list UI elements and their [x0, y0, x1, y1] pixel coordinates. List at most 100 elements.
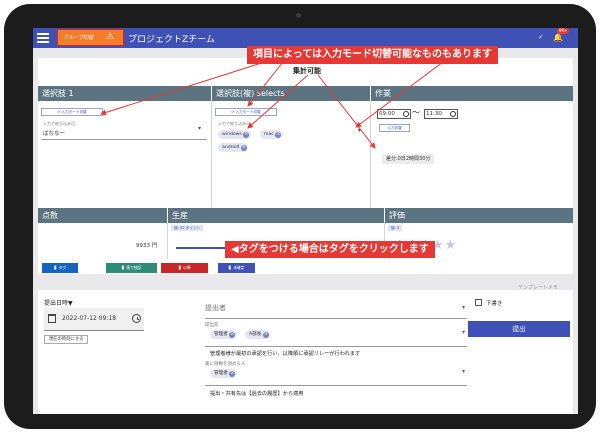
- recipients-underline: [205, 346, 467, 347]
- group-switch-button[interactable]: グループ切替 ⚠: [57, 29, 124, 46]
- draft-checkbox[interactable]: [475, 299, 482, 306]
- recipient-chip[interactable]: 管理者 ×: [210, 330, 237, 339]
- divider: [167, 223, 168, 259]
- section-header-work: 作業: [371, 86, 573, 101]
- app-screen: グループ切替 ⚠ プロジェクトZチーム ✓ 🔔 99+ 選択肢 1 選択肢(複)…: [33, 28, 578, 414]
- bell-icon[interactable]: 🔔: [553, 33, 563, 43]
- app-title: プロジェクトZチーム: [128, 35, 215, 45]
- cc-select[interactable]: 書に目敷を頂める人 管理者 × ▾: [205, 359, 467, 389]
- end-time-value: 11:30: [426, 111, 442, 117]
- section-header-score: 点数: [38, 208, 167, 223]
- choice1-value[interactable]: ばななー: [43, 129, 65, 137]
- cc-label: 書に目敷を頂める人: [205, 362, 246, 367]
- verify-action-button[interactable]: ▮ 値で検証: [106, 263, 157, 273]
- work-input-switch-button[interactable]: 入力切替: [379, 124, 410, 132]
- after-action-button[interactable]: ▮ 以降: [161, 263, 208, 273]
- chip-remove-icon[interactable]: ×: [229, 331, 236, 338]
- choice1-underline: [42, 139, 207, 140]
- choice1-filter-label: 入力で絞り込み可: [43, 121, 75, 126]
- section-header-choice-multi: 選択肢(複) selects: [212, 86, 370, 101]
- aggregate-annotation: 集計可能: [293, 67, 321, 75]
- section-header-rating: 評価: [385, 208, 573, 223]
- divider: [211, 101, 212, 209]
- start-time-value: 09:00: [379, 111, 395, 117]
- choice1-mode-label: 入力モード切替: [61, 110, 87, 114]
- time-range-separator: 〜: [412, 108, 420, 117]
- tag-icon: ▮: [178, 265, 182, 271]
- app-bar: グループ切替 ⚠ プロジェクトZチーム ✓ 🔔 99+: [33, 28, 578, 48]
- tablet-frame: グループ切替 ⚠ プロジェクトZチーム ✓ 🔔 99+ 選択肢 1 選択肢(複)…: [4, 4, 596, 429]
- submit-date-field[interactable]: 2022-07-12 09:18: [44, 308, 144, 331]
- choice1-chevron-down-icon[interactable]: ▾: [198, 125, 201, 132]
- chip-remove-icon[interactable]: ×: [229, 370, 236, 377]
- chevron-down-icon[interactable]: ▾: [462, 368, 465, 375]
- chip-label: mac: [264, 132, 274, 137]
- hamburger-menu-icon[interactable]: [37, 33, 49, 43]
- clock-icon[interactable]: [132, 314, 141, 323]
- mode-switch-annotation: 項目によっては入力モード切替可能なものもあります: [247, 46, 498, 64]
- chip-remove-icon[interactable]: ×: [240, 144, 247, 151]
- production-tag-badge[interactable]: 値: 92 ポイント: [171, 225, 204, 231]
- multi-mode-label: 入力モード切替: [235, 110, 261, 114]
- chip-label: windows: [222, 132, 242, 137]
- recipient-chip[interactable]: A部長 ×: [245, 330, 271, 339]
- cc-chip[interactable]: 管理者 ×: [210, 369, 237, 378]
- work-end-time-input[interactable]: 11:30: [424, 109, 458, 119]
- section-header-choice1: 選択肢 1: [38, 86, 211, 101]
- submit-date-value: 2022-07-12 09:18: [62, 315, 117, 322]
- submitter-select[interactable]: 提出者 ▾: [205, 296, 467, 319]
- chip-label: android: [222, 145, 240, 150]
- tag-action-button[interactable]: ▮ タグ: [42, 263, 78, 273]
- warning-icon: ⚠: [106, 32, 115, 42]
- work-diff-display: 差分:0日2時間30分: [382, 154, 435, 164]
- button-label: 値で検証: [126, 265, 142, 270]
- submission-card: 提出日時▼ 2022-07-12 09:18 現在の時刻にする 提出者 ▾ 提出…: [38, 290, 573, 414]
- score-value[interactable]: 9933 円: [136, 241, 157, 249]
- tag-click-annotation: ◀タグをつける場合はタグをクリックします: [225, 241, 435, 258]
- cc-underline: [205, 385, 467, 386]
- button-label: 以降: [183, 265, 191, 270]
- clock-icon[interactable]: [450, 111, 456, 117]
- camera-dot: [296, 13, 301, 18]
- submit-date-label[interactable]: 提出日時▼: [44, 298, 73, 307]
- submitter-placeholder: 提出者: [205, 304, 226, 312]
- multi-chevron-down-icon[interactable]: ▾: [358, 127, 361, 134]
- chip-remove-icon[interactable]: ×: [243, 131, 250, 138]
- recipients-select[interactable]: 提出先 管理者 × A部長 × ▾: [205, 320, 467, 350]
- chip-remove-icon[interactable]: ×: [275, 131, 282, 138]
- divider: [370, 101, 371, 209]
- choice1-mode-switch-button[interactable]: ⟳ 入力モード切替: [41, 108, 103, 116]
- chip-remove-icon[interactable]: ×: [262, 331, 269, 338]
- submitter-underline: [205, 318, 467, 319]
- chevron-down-icon[interactable]: ▾: [462, 304, 465, 311]
- button-label: 未確定: [233, 265, 245, 270]
- tag-icon: ▮: [53, 265, 57, 271]
- history-note-link[interactable]: 提出・共有先は【過去の履歴】から適用: [210, 390, 303, 397]
- draft-label: 下書き: [486, 301, 503, 307]
- chip-mac[interactable]: mac ×: [260, 130, 283, 139]
- tag-icon: ▮: [121, 265, 125, 271]
- clock-icon[interactable]: [403, 111, 409, 117]
- check-icon[interactable]: ✓: [538, 33, 544, 41]
- recipients-label: 提出先: [205, 323, 219, 328]
- chip-android[interactable]: android ×: [218, 143, 249, 152]
- star-empty-icon[interactable]: ★: [445, 238, 458, 253]
- group-switch-label: グループ切替: [64, 35, 94, 41]
- tag-icon: ▮: [228, 265, 232, 271]
- work-start-time-input[interactable]: 09:00: [377, 109, 411, 119]
- unconfirmed-action-button[interactable]: ▮ 未確定: [218, 263, 255, 273]
- button-label: タグ: [58, 265, 67, 270]
- section-header-production: 生産: [168, 208, 384, 223]
- notification-badge: 99+: [557, 28, 570, 34]
- chip-windows[interactable]: windows ×: [218, 130, 251, 139]
- chip-label: 管理者: [214, 371, 228, 376]
- set-current-time-button[interactable]: 現在の時刻にする: [44, 335, 89, 344]
- multi-filter-label: 入力で絞り込み可: [218, 121, 250, 126]
- calendar-icon[interactable]: [48, 314, 56, 323]
- chevron-down-icon[interactable]: ▾: [462, 329, 465, 336]
- multi-mode-switch-button[interactable]: ⟳ 入力モード切替: [215, 108, 277, 116]
- chip-label: 管理者: [214, 332, 228, 337]
- submit-button[interactable]: 提出: [468, 321, 570, 337]
- rating-tag-badge[interactable]: 値: 3: [388, 225, 403, 231]
- chip-label: A部長: [249, 332, 262, 337]
